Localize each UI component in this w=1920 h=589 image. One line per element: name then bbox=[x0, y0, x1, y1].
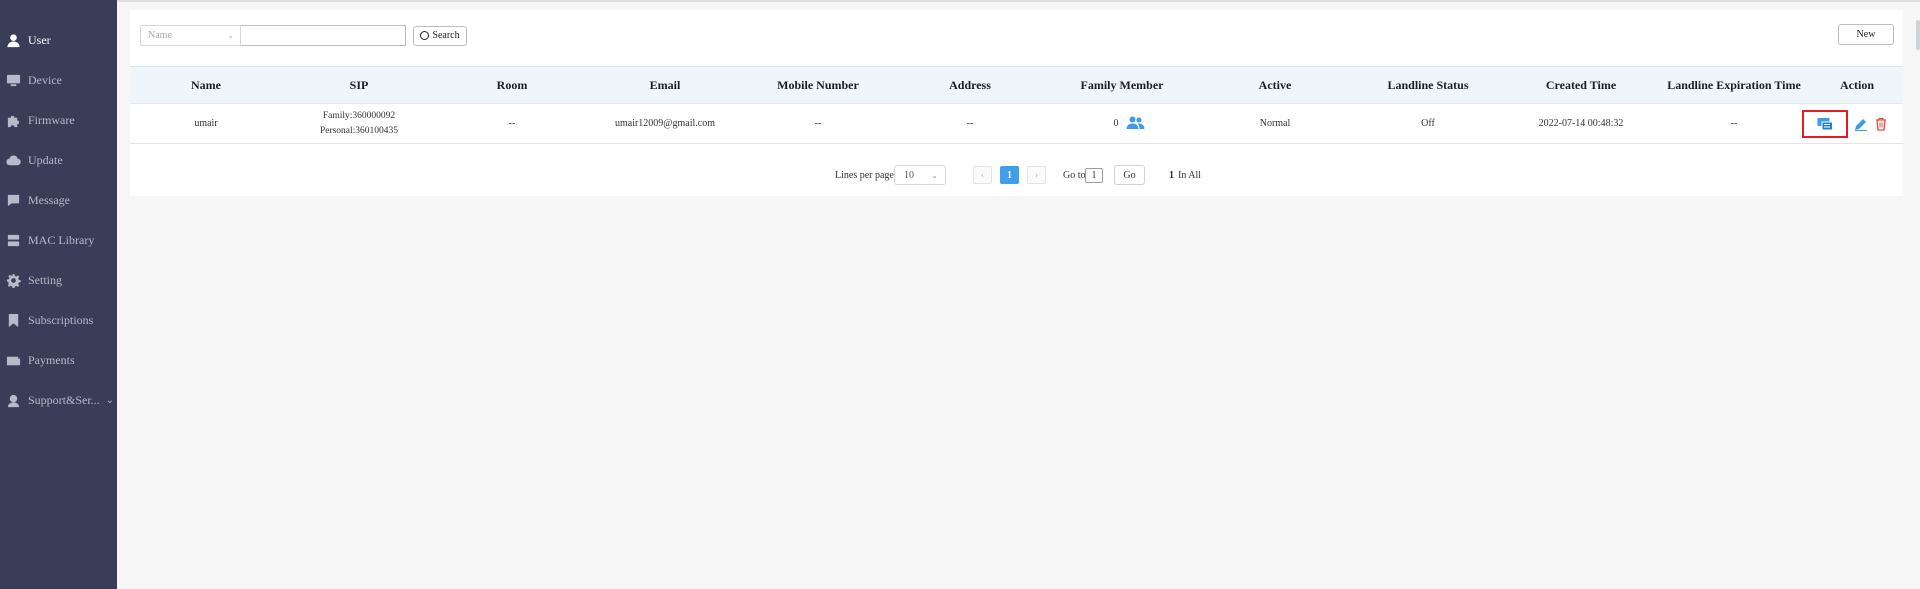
search-input[interactable] bbox=[241, 25, 406, 46]
scrollbar[interactable] bbox=[1916, 20, 1920, 50]
edit-icon[interactable] bbox=[1854, 117, 1868, 131]
sidebar-item-support[interactable]: Support&Ser... ⌄ bbox=[0, 380, 117, 420]
table-header: Name SIP Room Email Mobile Number Addres… bbox=[130, 66, 1903, 104]
sidebar-item-label: Subscriptions bbox=[28, 312, 94, 327]
server-icon bbox=[5, 232, 21, 248]
device-icon bbox=[5, 72, 21, 88]
column-header-mobile[interactable]: Mobile Number bbox=[777, 67, 859, 103]
headset-icon bbox=[5, 392, 21, 408]
column-header-room[interactable]: Room bbox=[497, 67, 528, 103]
chat-icon bbox=[5, 192, 21, 208]
user-icon bbox=[5, 32, 21, 48]
wallet-icon bbox=[5, 352, 21, 368]
chevron-down-icon: ⌄ bbox=[227, 31, 234, 40]
search-icon bbox=[420, 31, 430, 40]
sidebar-item-mac-library[interactable]: MAC Library bbox=[0, 220, 117, 260]
cell-sip: Family:360000092 Personal:360100435 bbox=[320, 104, 398, 143]
sidebar-item-device[interactable]: Device bbox=[0, 60, 117, 100]
sidebar-item-label: User bbox=[28, 32, 51, 47]
column-header-email[interactable]: Email bbox=[650, 67, 681, 103]
column-header-landline-status[interactable]: Landline Status bbox=[1387, 67, 1468, 103]
cell-landline-status: Off bbox=[1421, 118, 1435, 129]
cell-active: Normal bbox=[1259, 118, 1291, 129]
column-header-landline-expiration[interactable]: Landline Expiration Time bbox=[1667, 67, 1801, 103]
cell-address: -- bbox=[966, 118, 974, 129]
filter-select[interactable]: Name ⌄ bbox=[140, 25, 241, 46]
column-header-active[interactable]: Active bbox=[1259, 67, 1292, 103]
sidebar-item-subscriptions[interactable]: Subscriptions bbox=[0, 300, 117, 340]
lines-per-page-value: 10 bbox=[904, 169, 914, 181]
gear-icon bbox=[5, 272, 21, 288]
sip-personal: Personal:360100435 bbox=[319, 125, 399, 136]
sidebar-item-label: Payments bbox=[28, 352, 75, 367]
top-border bbox=[117, 0, 1920, 2]
device-info-icon bbox=[1817, 117, 1833, 130]
next-page-button[interactable]: › bbox=[1027, 166, 1046, 184]
cell-family-member: 0 bbox=[1114, 104, 1145, 143]
cell-room: -- bbox=[508, 118, 516, 129]
cell-name: umair bbox=[194, 118, 218, 129]
sidebar: User Device Firmware Update Message MAC … bbox=[0, 0, 117, 589]
cell-created-time: 2022-07-14 00:48:32 bbox=[1538, 118, 1624, 129]
sidebar-item-user[interactable]: User bbox=[0, 20, 117, 60]
sidebar-item-label: Setting bbox=[28, 272, 63, 287]
sidebar-item-message[interactable]: Message bbox=[0, 180, 117, 220]
chevron-down-icon[interactable]: ⌄ bbox=[106, 395, 114, 406]
cell-action bbox=[1802, 104, 1888, 143]
sidebar-item-label: Device bbox=[28, 72, 62, 87]
cell-email: umair12009@gmail.com bbox=[614, 118, 716, 129]
column-header-created-time[interactable]: Created Time bbox=[1546, 67, 1616, 103]
sidebar-item-label: Message bbox=[28, 192, 70, 207]
family-members-icon[interactable] bbox=[1126, 116, 1145, 132]
pagination: Lines per page 10 ⌄ ‹ 1 › Go to 1 Go 1 I… bbox=[0, 164, 1920, 186]
search-toolbar: Name ⌄ Search bbox=[140, 25, 467, 46]
new-button[interactable]: New bbox=[1838, 24, 1894, 45]
sidebar-item-setting[interactable]: Setting bbox=[0, 260, 117, 300]
sip-family: Family:360000092 bbox=[322, 110, 396, 121]
prev-page-button[interactable]: ‹ bbox=[973, 166, 992, 184]
family-member-count: 0 bbox=[1113, 118, 1119, 129]
sidebar-item-firmware[interactable]: Firmware bbox=[0, 100, 117, 140]
delete-icon[interactable] bbox=[1874, 117, 1888, 131]
cell-mobile: -- bbox=[814, 118, 822, 129]
sidebar-item-label: Firmware bbox=[28, 112, 75, 127]
column-header-sip[interactable]: SIP bbox=[350, 67, 369, 103]
column-header-family-member[interactable]: Family Member bbox=[1081, 67, 1164, 103]
lines-per-page-select[interactable]: 10 ⌄ bbox=[894, 165, 946, 185]
go-button[interactable]: Go bbox=[1114, 165, 1145, 185]
search-button[interactable]: Search bbox=[413, 25, 467, 46]
sidebar-item-payments[interactable]: Payments bbox=[0, 340, 117, 380]
chevron-down-icon: ⌄ bbox=[931, 170, 938, 180]
column-header-name[interactable]: Name bbox=[191, 67, 221, 103]
total-label: In All bbox=[1178, 169, 1202, 181]
search-button-label: Search bbox=[432, 30, 460, 41]
sidebar-item-label: Support&Ser... bbox=[28, 392, 100, 407]
table-row: umair Family:360000092 Personal:36010043… bbox=[130, 104, 1903, 144]
page-1-button[interactable]: 1 bbox=[1000, 166, 1019, 184]
user-table: Name SIP Room Email Mobile Number Addres… bbox=[130, 66, 1903, 144]
total-count: 1 bbox=[1169, 169, 1174, 181]
goto-label: Go to bbox=[1063, 169, 1086, 181]
puzzle-icon bbox=[5, 112, 21, 128]
device-info-button[interactable] bbox=[1802, 109, 1848, 138]
lines-per-page-label: Lines per page bbox=[835, 169, 894, 181]
bookmark-icon bbox=[5, 312, 21, 328]
cell-landline-expiration: -- bbox=[1730, 118, 1738, 129]
column-header-address[interactable]: Address bbox=[949, 67, 991, 103]
filter-select-value: Name bbox=[148, 30, 172, 41]
sidebar-item-label: MAC Library bbox=[28, 232, 95, 247]
column-header-action: Action bbox=[1840, 77, 1874, 92]
goto-page-input[interactable]: 1 bbox=[1085, 168, 1103, 183]
